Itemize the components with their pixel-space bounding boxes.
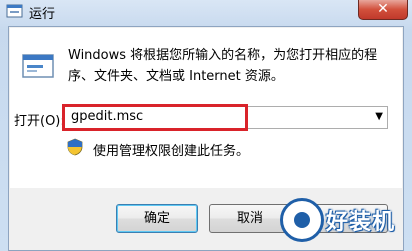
window-title: 运行 (29, 7, 56, 22)
close-icon: ✕ (377, 1, 389, 17)
run-program-icon (22, 54, 54, 78)
dialog-description: Windows 将根据您所输入的名称，为您打开相应的程序、文件夹、文档或 Int… (68, 48, 378, 84)
watermark-logo-icon (280, 198, 324, 242)
run-dialog-window: 运行 ✕ Windows 将根据您所输入的名称，为您打开相应的程序、文件夹、文档… (0, 0, 412, 251)
run-icon (6, 4, 23, 18)
input-highlight-box (62, 104, 248, 131)
ok-button[interactable]: 确定 (116, 204, 198, 233)
admin-note: 使用管理权限创建此任务。 (93, 144, 250, 159)
close-button[interactable]: ✕ (358, 0, 408, 20)
open-label: 打开(O): (14, 114, 65, 129)
dropdown-arrow-icon[interactable]: ▼ (375, 111, 383, 122)
uac-shield-icon (67, 138, 83, 156)
title-bar[interactable]: 运行 ✕ (0, 0, 412, 24)
watermark-text: 好装机 (326, 210, 396, 235)
watermark-logo: 好装机 (278, 196, 410, 248)
